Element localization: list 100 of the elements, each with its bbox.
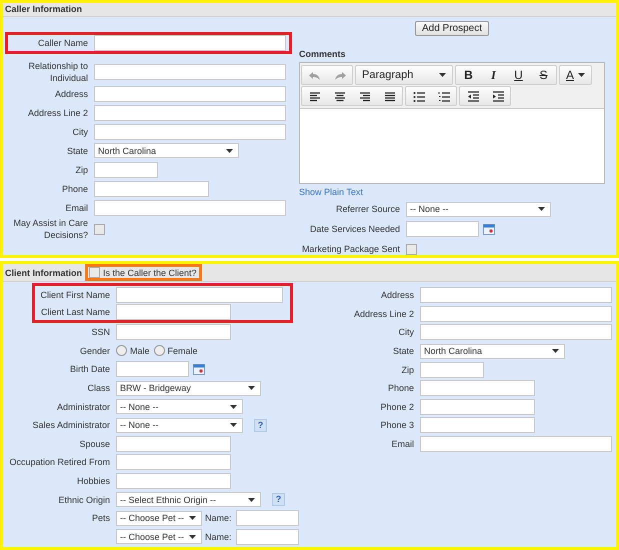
bullet-list-icon[interactable] <box>412 90 426 102</box>
name-label: Name: <box>205 532 232 542</box>
input-field[interactable] <box>94 35 286 51</box>
dropdown[interactable]: North Carolina <box>420 344 565 359</box>
dropdown[interactable]: BRW - Bridgeway <box>116 380 261 396</box>
radio-label: Male <box>130 346 150 356</box>
strikethrough-button[interactable]: S <box>531 66 556 84</box>
input-field[interactable] <box>116 286 283 302</box>
indent-icon[interactable] <box>490 90 504 102</box>
caret-icon <box>538 207 545 211</box>
checkbox-label: Is the Caller the Client? <box>103 268 197 278</box>
align-right-icon[interactable] <box>358 90 372 102</box>
input-field[interactable] <box>420 362 484 378</box>
date-field[interactable] <box>406 221 479 237</box>
dropdown[interactable]: -- Choose Pet -- <box>116 510 202 526</box>
caret-icon <box>439 73 446 77</box>
caret-icon <box>189 516 196 520</box>
dropdown[interactable]: -- Choose Pet -- <box>116 529 202 544</box>
field-label: Occupation Retired From <box>9 457 110 468</box>
input-field[interactable] <box>94 64 286 80</box>
caret-icon <box>248 386 255 390</box>
numbered-list-icon[interactable] <box>436 90 450 102</box>
caret-icon <box>226 148 233 152</box>
align-left-icon[interactable] <box>308 90 322 102</box>
input-field[interactable] <box>420 306 612 322</box>
field-label: Phone <box>388 383 414 394</box>
field-label: Ethnic Origin <box>58 494 110 505</box>
italic-button[interactable]: I <box>481 66 506 84</box>
field-label: Address Line 2 <box>354 308 414 319</box>
help-icon[interactable]: ? <box>254 418 267 432</box>
section-header: Caller Information <box>3 3 616 17</box>
field-label: Class <box>87 383 110 394</box>
add-prospect-button[interactable]: Add Prospect <box>414 21 490 36</box>
input-field[interactable] <box>116 436 231 452</box>
bold-button[interactable]: B <box>456 66 481 84</box>
field-label: Address <box>54 88 88 98</box>
input-field[interactable] <box>116 304 231 320</box>
radio-button[interactable] <box>154 345 165 356</box>
input-field[interactable] <box>94 104 286 120</box>
input-field[interactable] <box>236 528 299 545</box>
checkbox[interactable] <box>89 267 100 278</box>
field-label: State <box>392 346 414 356</box>
input-field[interactable] <box>94 124 286 140</box>
field-label: Phone <box>62 184 88 194</box>
radio-label: Female <box>168 346 198 356</box>
input-field[interactable] <box>420 324 612 340</box>
field-label: Address <box>380 290 414 300</box>
checkbox[interactable] <box>94 224 105 234</box>
field-label: Address Line 2 <box>28 108 88 118</box>
field-label: Sales Administrator <box>32 420 110 430</box>
radio-button[interactable] <box>116 345 127 356</box>
field-label: Date Services Needed <box>310 224 400 234</box>
underline-button[interactable]: U <box>506 66 531 84</box>
justify-icon[interactable] <box>382 90 396 102</box>
help-icon[interactable]: ? <box>272 493 285 506</box>
input-field[interactable] <box>236 510 299 526</box>
field-label: Email <box>391 439 414 450</box>
comments-label: Comments <box>299 49 347 60</box>
text-color-button[interactable]: A <box>560 66 592 84</box>
caret-icon <box>248 498 255 502</box>
input-field[interactable] <box>116 473 231 490</box>
caret-icon <box>552 349 559 354</box>
input-field[interactable] <box>420 287 612 304</box>
field-label: Administrator <box>56 402 110 412</box>
calendar-icon[interactable] <box>193 364 205 375</box>
field-label: Phone 3 <box>380 420 414 430</box>
dropdown[interactable]: -- None -- <box>116 399 243 414</box>
input-field[interactable] <box>94 180 209 196</box>
caret-icon <box>189 534 196 539</box>
input-field[interactable] <box>94 162 158 178</box>
input-field[interactable] <box>420 436 612 452</box>
field-label: Phone 2 <box>380 402 414 412</box>
field-label: SSN <box>91 327 110 338</box>
field-label: Gender <box>80 346 110 356</box>
dropdown[interactable]: -- Select Ethnic Origin -- <box>116 492 261 508</box>
dropdown[interactable]: North Carolina <box>94 143 239 158</box>
text-area[interactable] <box>300 108 604 183</box>
format-dropdown[interactable]: Paragraph <box>356 66 452 84</box>
calendar-icon[interactable] <box>483 224 495 234</box>
input-field[interactable] <box>420 417 535 434</box>
input-field[interactable] <box>420 380 535 396</box>
caret-icon <box>230 404 237 409</box>
field-label: Zip <box>75 164 88 174</box>
show-plain-text-link[interactable]: Show Plain Text <box>299 187 363 197</box>
input-field[interactable] <box>116 454 231 470</box>
dropdown[interactable]: -- None -- <box>406 202 551 216</box>
date-field[interactable] <box>116 361 189 378</box>
align-center-icon[interactable] <box>332 90 346 102</box>
field-label: Referrer Source <box>336 204 400 214</box>
field-label: Client First Name <box>40 290 110 300</box>
checkbox[interactable] <box>406 244 417 254</box>
section-title: Client Information <box>4 268 82 278</box>
outdent-icon[interactable] <box>466 90 480 102</box>
input-field[interactable] <box>94 86 286 102</box>
field-label: City <box>398 327 414 338</box>
input-field[interactable] <box>116 324 231 340</box>
field-label: Birth Date <box>70 364 110 374</box>
input-field[interactable] <box>420 398 535 415</box>
dropdown[interactable]: -- None -- <box>116 418 243 433</box>
input-field[interactable] <box>94 200 286 216</box>
